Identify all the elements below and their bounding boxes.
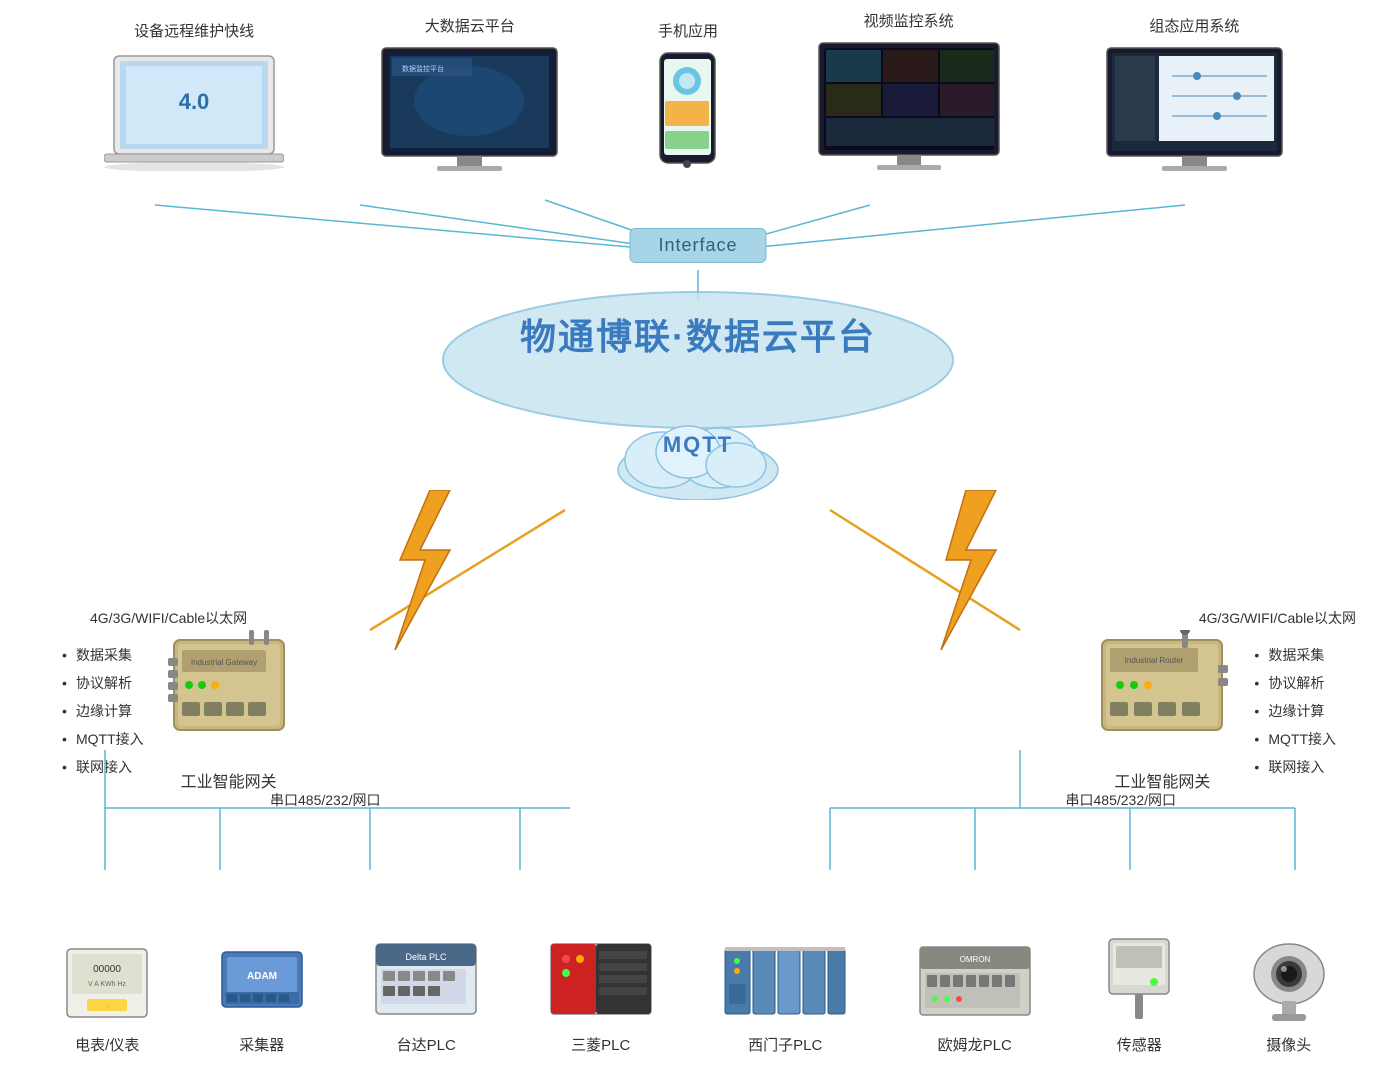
device-bigdata: 大数据云平台 数据监控平台 [372,15,567,171]
device-video: 视频监控系统 [809,10,1009,171]
feature-left-3: 边缘计算 [60,697,144,725]
gateway-right-label: 工业智能网关 [1114,768,1210,792]
mqtt-label: MQTT [663,432,733,458]
feature-right-1: 数据采集 [1252,641,1336,669]
lightning-right-icon [916,490,1036,650]
network-label-right: 4G/3G/WIFI/Cable以太网 [1199,608,1356,628]
device-laptop-label: 设备远程维护快线 [134,20,254,41]
gateway-right-device: Industrial Router 工业智能网关 [1092,630,1232,792]
device-delta-plc-label: 台达PLC [397,1034,456,1055]
feature-left-4: MQTT接入 [60,725,144,753]
device-omron-plc-label: 欧姆龙PLC [938,1034,1012,1055]
meter-icon: 00000 V A KWh Hz ⚡ [62,944,152,1024]
gateway-right-features: 数据采集 协议解析 边缘计算 MQTT接入 联网接入 [1252,641,1336,781]
device-siemens-plc: 西门子PLC [720,939,850,1055]
device-collector: ADAM 采集器 [217,944,307,1055]
lightning-left-icon [360,490,480,650]
svg-text:⚡: ⚡ [102,1001,112,1011]
gateway-left-device: Industrial Gateway 工业智能网关 [164,630,294,792]
svg-text:OMRON: OMRON [959,955,990,964]
delta-plc-icon: Delta PLC [371,939,481,1024]
top-devices-row: 设备远程维护快线 4.0 大数据云平台 数据监控 [0,10,1396,171]
svg-text:Delta PLC: Delta PLC [406,952,448,962]
feature-right-4: MQTT接入 [1252,725,1336,753]
device-omron-plc: OMRON 欧姆龙PLC [915,939,1035,1055]
device-siemens-plc-label: 西门子PLC [748,1034,822,1055]
interface-label: Interface [658,235,737,255]
svg-text:Industrial Gateway: Industrial Gateway [191,658,257,667]
monitor-bigdata-icon: 数据监控平台 [372,46,567,171]
device-meter-label: 电表/仪表 [75,1034,139,1055]
device-laptop: 设备远程维护快线 4.0 [104,20,284,171]
svg-text:V A KWh Hz: V A KWh Hz [88,981,127,988]
sensor-icon [1099,934,1179,1024]
siemens-plc-icon [720,939,850,1024]
phone-icon [655,51,720,171]
interface-box: Interface [629,228,766,263]
device-sensor-label: 传感器 [1117,1034,1162,1055]
svg-text:Industrial Router: Industrial Router [1125,656,1184,665]
serial-label-left: 串口485/232/网口 [270,790,381,810]
laptop-icon: 4.0 [104,51,284,171]
device-mitsubishi-plc-label: 三菱PLC [571,1034,630,1055]
feature-left-5: 联网接入 [60,753,144,781]
camera-icon [1244,939,1334,1024]
gateway-left-label: 工业智能网关 [181,768,277,792]
device-delta-plc: Delta PLC 台达PLC [371,939,481,1055]
device-collector-label: 采集器 [239,1034,284,1055]
collector-icon: ADAM [217,944,307,1024]
device-bigdata-label: 大数据云平台 [425,15,515,36]
gateway-left-section: 数据采集 协议解析 边缘计算 MQTT接入 联网接入 I [60,630,294,792]
gateway-left-icon: Industrial Gateway [164,630,294,760]
gateway-right-section: Industrial Router 工业智能网关 数据采集 协议解析 边缘计算 … [1092,630,1336,792]
device-meter: 00000 V A KWh Hz ⚡ 电表/仪表 [62,944,152,1055]
gateway-left-features: 数据采集 协议解析 边缘计算 MQTT接入 联网接入 [60,641,144,781]
cloud-platform-label: 物通博联·数据云平台 [520,308,876,360]
feature-right-2: 协议解析 [1252,669,1336,697]
svg-text:数据监控平台: 数据监控平台 [402,64,444,73]
svg-text:ADAM: ADAM [247,971,277,982]
gateway-right-icon: Industrial Router [1092,630,1232,760]
device-sensor: 传感器 [1099,934,1179,1055]
device-phone: 手机应用 [655,20,720,171]
device-config-label: 组态应用系统 [1149,15,1239,36]
feature-left-1: 数据采集 [60,641,144,669]
svg-text:00000: 00000 [93,964,121,975]
omron-plc-icon: OMRON [915,939,1035,1024]
device-config: 组态应用系统 [1097,15,1292,171]
mitsubishi-plc-icon [546,939,656,1024]
device-mitsubishi-plc: 三菱PLC [546,939,656,1055]
monitor-config-icon [1097,46,1292,171]
feature-left-2: 协议解析 [60,669,144,697]
monitor-video-icon [809,41,1009,171]
serial-label-right: 串口485/232/网口 [1066,790,1177,810]
device-camera-label: 摄像头 [1266,1034,1311,1055]
feature-right-5: 联网接入 [1252,753,1336,781]
svg-text:4.0: 4.0 [179,89,210,114]
device-camera: 摄像头 [1244,939,1334,1055]
device-phone-label: 手机应用 [658,20,718,41]
network-label-left: 4G/3G/WIFI/Cable以太网 [90,608,247,628]
bottom-devices-row: 00000 V A KWh Hz ⚡ 电表/仪表 ADAM 采集器 [0,934,1396,1055]
device-video-label: 视频监控系统 [864,10,954,31]
diagram-container: 设备远程维护快线 4.0 大数据云平台 数据监控 [0,0,1396,1073]
feature-right-3: 边缘计算 [1252,697,1336,725]
